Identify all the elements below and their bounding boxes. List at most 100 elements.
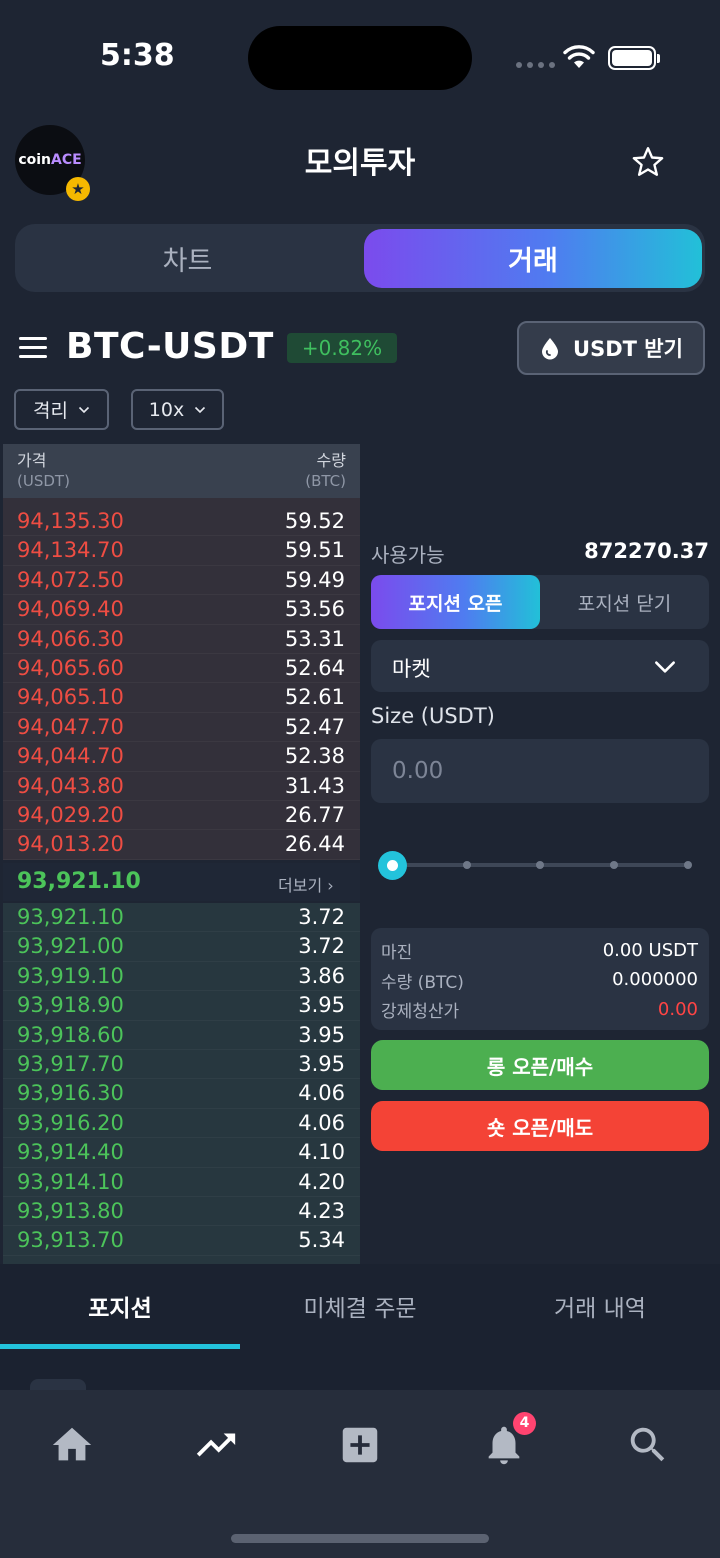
bid-price: 93,917.70 — [17, 1051, 124, 1076]
ask-price: 94,065.10 — [17, 685, 124, 710]
bid-qty: 4.10 — [298, 1140, 345, 1165]
ask-row[interactable]: 94,047.70 52.47 — [3, 713, 360, 743]
drop-icon — [542, 338, 559, 360]
receive-usdt-label: USDT 받기 — [573, 337, 683, 361]
long-open-button[interactable]: 롱 오픈/매수 — [371, 1040, 709, 1090]
ask-row[interactable]: 94,066.30 53.31 — [3, 625, 360, 654]
ask-price: 94,044.70 — [17, 744, 124, 769]
tab-position-open[interactable]: 포지션 오픈 — [371, 575, 540, 629]
menu-icon[interactable] — [19, 337, 47, 364]
ask-price: 94,065.60 — [17, 655, 124, 680]
bid-row[interactable]: 93,913.80 4.23 — [3, 1197, 360, 1227]
orderbook-price-header: 가격 (USDT) — [17, 450, 70, 492]
ask-price: 94,069.40 — [17, 597, 124, 622]
status-time: 5:38 — [100, 38, 175, 73]
bid-price: 93,921.10 — [17, 905, 124, 929]
ask-row[interactable]: 94,134.70 59.51 — [3, 536, 360, 566]
ask-qty: 26.44 — [284, 832, 345, 857]
price-header-unit: (USDT) — [17, 472, 70, 490]
mid-price: 93,921.10 — [17, 869, 141, 894]
margin-mode-value: 격리 — [33, 400, 68, 422]
short-open-button[interactable]: 숏 오픈/매도 — [371, 1101, 709, 1151]
ask-qty: 53.56 — [284, 597, 345, 622]
bid-qty: 5.34 — [298, 1228, 345, 1253]
add-box-icon[interactable] — [337, 1422, 383, 1468]
home-icon[interactable] — [49, 1422, 95, 1468]
search-icon[interactable] — [625, 1422, 671, 1468]
margin-mode-select[interactable]: 격리 — [14, 389, 109, 430]
chevron-down-icon — [655, 661, 675, 673]
bid-row[interactable]: 93,914.10 4.20 — [3, 1168, 360, 1197]
ask-row[interactable]: 94,013.20 26.44 — [3, 830, 360, 860]
bid-qty: 4.23 — [298, 1198, 345, 1223]
chevron-down-icon — [78, 406, 90, 413]
tab-positions[interactable]: 포지션 — [0, 1289, 240, 1323]
active-tab-indicator — [0, 1344, 240, 1349]
bid-list[interactable]: 93,921.10 3.72 93,921.00 3.72 93,919.10 3.86 9… — [3, 903, 360, 1256]
more-link[interactable]: 더보기 › — [278, 872, 334, 896]
ask-row[interactable]: 94,065.60 52.64 — [3, 654, 360, 684]
bid-row[interactable]: 93,918.90 3.95 — [3, 991, 360, 1021]
ask-price: 94,029.20 — [17, 802, 124, 827]
bid-qty: 4.20 — [298, 1169, 345, 1194]
bid-row[interactable]: 93,921.10 3.72 — [3, 903, 360, 933]
trending-up-icon[interactable] — [193, 1422, 239, 1468]
bottom-tabs-panel — [0, 1264, 720, 1394]
orderbook-scroll-edge-bottom — [3, 1256, 360, 1264]
size-slider-thumb[interactable] — [378, 851, 407, 880]
ask-price: 94,135.30 — [17, 509, 124, 533]
bid-qty: 3.95 — [298, 1022, 345, 1047]
ask-row[interactable]: 94,029.20 26.77 — [3, 801, 360, 831]
price-header-label: 가격 — [17, 451, 47, 470]
favorite-star-icon[interactable] — [630, 144, 666, 180]
order-type-value: 마켓 — [392, 657, 431, 681]
ask-row[interactable]: 94,044.70 52.38 — [3, 742, 360, 772]
ask-qty: 59.51 — [284, 538, 345, 563]
available-value: 872270.37 — [584, 539, 709, 563]
page-title: 모의투자 — [304, 146, 416, 181]
home-indicator — [231, 1534, 489, 1543]
tab-chart[interactable]: 차트 — [15, 224, 360, 292]
bid-price: 93,918.90 — [17, 993, 124, 1018]
bid-qty: 3.86 — [298, 963, 345, 988]
symbol-title[interactable]: BTC-USDT — [66, 326, 274, 367]
margin-value: 0.00 USDT — [602, 940, 698, 961]
chevron-down-icon — [195, 406, 206, 413]
bid-row[interactable]: 93,919.10 3.86 — [3, 962, 360, 992]
tab-open-orders[interactable]: 미체결 주문 — [240, 1289, 480, 1323]
bid-row[interactable]: 93,916.30 4.06 — [3, 1079, 360, 1109]
bid-qty: 3.72 — [298, 905, 345, 929]
tab-trade[interactable]: 거래 — [364, 229, 702, 288]
bid-price: 93,914.10 — [17, 1169, 124, 1194]
tab-position-close[interactable]: 포지션 닫기 — [540, 575, 709, 629]
leverage-select[interactable]: 10x — [131, 389, 224, 430]
slider-step-75[interactable] — [610, 861, 618, 869]
bid-qty: 3.95 — [298, 1051, 345, 1076]
ask-list[interactable]: 94,135.30 59.52 94,134.70 59.51 94,072.50 59.… — [3, 507, 360, 860]
bid-price: 93,916.20 — [17, 1110, 124, 1135]
ask-row[interactable]: 94,043.80 31.43 — [3, 772, 360, 801]
receive-usdt-button[interactable]: USDT 받기 — [517, 321, 705, 375]
bid-row[interactable]: 93,913.70 5.34 — [3, 1226, 360, 1256]
ask-price: 94,134.70 — [17, 538, 124, 563]
margin-label: 마진 — [381, 943, 413, 963]
bid-row[interactable]: 93,917.70 3.95 — [3, 1050, 360, 1080]
leverage-value: 10x — [148, 398, 185, 421]
ask-row[interactable]: 94,065.10 52.61 — [3, 683, 360, 713]
bid-row[interactable]: 93,914.40 4.10 — [3, 1138, 360, 1168]
bid-row[interactable]: 93,918.60 3.95 — [3, 1021, 360, 1050]
ask-row[interactable]: 94,072.50 59.49 — [3, 566, 360, 596]
bid-price: 93,913.70 — [17, 1228, 124, 1253]
cellular-signal-icon — [516, 62, 555, 68]
bid-row[interactable]: 93,921.00 3.72 — [3, 932, 360, 962]
bid-price: 93,913.80 — [17, 1198, 124, 1223]
ask-row[interactable]: 94,135.30 59.52 — [3, 507, 360, 537]
size-input[interactable] — [371, 739, 709, 803]
tab-trade-history[interactable]: 거래 내역 — [480, 1289, 720, 1323]
bid-row[interactable]: 93,916.20 4.06 — [3, 1109, 360, 1139]
bid-price: 93,914.40 — [17, 1140, 124, 1165]
slider-step-25[interactable] — [463, 861, 471, 869]
ask-row[interactable]: 94,069.40 53.56 — [3, 595, 360, 625]
slider-step-100[interactable] — [684, 861, 692, 869]
slider-step-50[interactable] — [536, 861, 544, 869]
